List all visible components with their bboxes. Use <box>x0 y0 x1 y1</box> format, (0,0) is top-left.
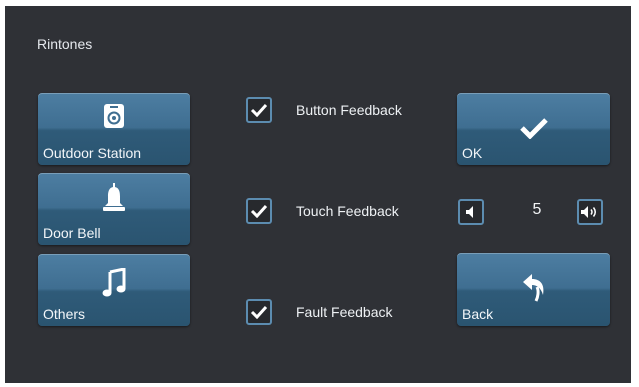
touch-feedback-label: Touch Feedback <box>296 203 399 219</box>
door-bell-button[interactable]: Door Bell <box>38 173 190 245</box>
others-label: Others <box>43 306 86 322</box>
fault-feedback-row: Fault Feedback <box>246 297 393 327</box>
button-feedback-row: Button Feedback <box>246 95 402 125</box>
checkmark-icon <box>250 103 268 117</box>
back-button[interactable]: Back <box>457 253 610 326</box>
volume-up-icon <box>581 206 596 218</box>
checkmark-icon <box>250 305 268 319</box>
checkmark-icon <box>519 118 548 139</box>
music-note-icon <box>102 268 126 297</box>
volume-down-icon <box>466 206 473 218</box>
outdoor-station-label: Outdoor Station <box>43 145 142 161</box>
touch-feedback-checkbox[interactable] <box>246 198 272 224</box>
intercom-speaker-icon <box>104 104 124 128</box>
checkmark-icon <box>250 204 268 218</box>
ringtone-settings-screen: Rintones Outdoor Station Door Bell Other… <box>5 6 631 383</box>
volume-down-button[interactable] <box>458 199 484 225</box>
fault-feedback-label: Fault Feedback <box>296 304 393 320</box>
button-feedback-label: Button Feedback <box>296 102 402 118</box>
door-bell-label: Door Bell <box>43 225 101 241</box>
ok-button[interactable]: OK <box>457 93 610 165</box>
touch-feedback-row: Touch Feedback <box>246 196 399 226</box>
outdoor-station-button[interactable]: Outdoor Station <box>38 93 190 165</box>
bell-icon <box>103 183 125 211</box>
button-feedback-checkbox[interactable] <box>246 97 272 123</box>
ok-label: OK <box>462 145 483 161</box>
fault-feedback-checkbox[interactable] <box>246 299 272 325</box>
back-label: Back <box>462 306 494 322</box>
page-title: Rintones <box>37 36 93 52</box>
others-button[interactable]: Others <box>38 254 190 326</box>
volume-up-button[interactable] <box>577 199 603 225</box>
back-arrow-icon <box>522 274 543 302</box>
volume-value: 5 <box>532 201 542 218</box>
